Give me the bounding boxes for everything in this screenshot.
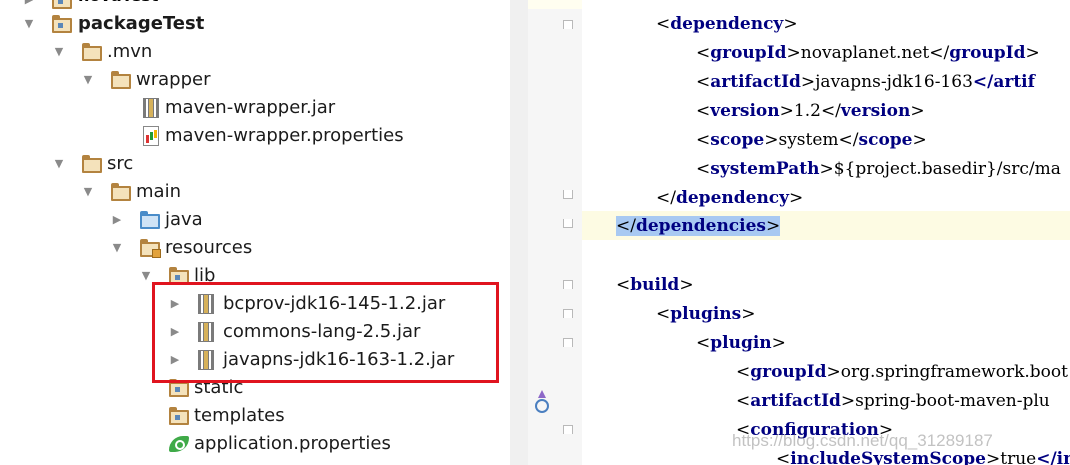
module-folder-icon xyxy=(52,15,72,33)
tree-item-maven-wrapper-jar[interactable]: maven-wrapper.jar xyxy=(0,94,510,122)
xml-value: ${project.basedir}/src/ma xyxy=(833,159,1061,179)
xml-tag: scope xyxy=(710,130,765,150)
code-line-selected: </dependencies> xyxy=(616,216,781,236)
xml-tag: </in xyxy=(1036,449,1070,465)
folder-icon xyxy=(169,407,189,425)
tree-item-label: novaTest xyxy=(78,0,158,5)
fold-marker-icon[interactable] xyxy=(563,309,573,318)
code-line: <groupId>org.springframework.boot xyxy=(736,362,1068,382)
xml-tag: artifactId xyxy=(750,391,841,411)
xml-tag: groupId xyxy=(750,362,827,382)
tree-item-wrapper[interactable]: ▼ wrapper xyxy=(0,66,510,94)
highlight-box xyxy=(152,282,499,383)
xml-tag: plugin xyxy=(710,333,772,353)
folder-icon xyxy=(111,71,131,89)
xml-tag: includeSystemScope xyxy=(790,449,986,465)
folder-icon xyxy=(169,379,189,397)
tree-item-label: packageTest xyxy=(78,13,205,34)
fold-marker-icon[interactable] xyxy=(563,425,573,434)
tree-item-resources[interactable]: ▼ resources xyxy=(0,234,510,262)
code-line: <artifactId>javapns-jdk16-163</artif xyxy=(696,72,1035,92)
jar-icon xyxy=(143,98,159,118)
tree-item-label: java xyxy=(165,209,203,230)
tree-item-label: maven-wrapper.properties xyxy=(165,125,404,146)
tree-item-label: src xyxy=(107,153,134,174)
tree-item-application-properties[interactable]: application.properties xyxy=(0,430,510,458)
collapse-arrow-icon[interactable]: ▼ xyxy=(52,38,66,66)
collapse-arrow-icon[interactable]: ▼ xyxy=(52,150,66,178)
xml-tag: version xyxy=(840,101,911,121)
xml-tag: build xyxy=(630,275,680,295)
fold-marker-icon[interactable] xyxy=(563,219,573,228)
code-line: <groupId>novaplanet.net</groupId> xyxy=(696,43,1040,63)
folder-icon xyxy=(82,43,102,61)
collapse-arrow-icon[interactable]: ▼ xyxy=(81,178,95,206)
tree-item-label: main xyxy=(136,181,181,202)
xml-editor[interactable]: <dependency> <groupId>novaplanet.net</gr… xyxy=(582,0,1070,465)
collapse-arrow-icon[interactable]: ▼ xyxy=(110,234,124,262)
properties-file-icon xyxy=(143,126,159,146)
tree-item-java[interactable]: ▶ java xyxy=(0,206,510,234)
fold-marker-icon[interactable] xyxy=(563,338,573,347)
xml-tag: groupId xyxy=(949,43,1026,63)
folder-icon xyxy=(82,155,102,173)
collapse-arrow-icon[interactable]: ▼ xyxy=(22,10,36,38)
code-line: <version>1.2</version> xyxy=(696,101,925,121)
tree-item-label: resources xyxy=(165,237,253,258)
code-line: <dependency> xyxy=(656,14,798,34)
xml-tag: plugins xyxy=(670,304,742,324)
tree-item-label: application.properties xyxy=(194,433,391,454)
xml-tag: dependencies xyxy=(635,216,767,236)
xml-tag: dependency xyxy=(675,188,790,208)
folder-icon xyxy=(111,183,131,201)
tree-item-label: wrapper xyxy=(136,69,211,90)
resources-folder-icon xyxy=(140,239,161,258)
collapse-arrow-icon[interactable]: ▼ xyxy=(139,262,153,290)
xml-value: spring-boot-maven-plu xyxy=(855,391,1050,411)
code-line: <plugins> xyxy=(656,304,756,324)
xml-value: org.springframework.boot xyxy=(840,362,1068,382)
code-line: <systemPath>${project.basedir}/src/ma xyxy=(696,159,1061,179)
run-gutter-icon[interactable] xyxy=(535,390,549,413)
watermark: https://blog.csdn.net/qq_31289187 xyxy=(732,431,993,450)
project-tree: ▶ novaTest ▼ packageTest ▼ .mvn ▼ wrappe… xyxy=(0,0,510,465)
tree-item-templates[interactable]: templates xyxy=(0,402,510,430)
xml-value: javapns-jdk16-163 xyxy=(815,72,973,92)
tree-item-mvn[interactable]: ▼ .mvn xyxy=(0,38,510,66)
xml-tag: </artif xyxy=(972,72,1035,92)
tree-item-maven-wrapper-properties[interactable]: maven-wrapper.properties xyxy=(0,122,510,150)
tree-item-main[interactable]: ▼ main xyxy=(0,178,510,206)
fold-marker-icon[interactable] xyxy=(563,190,573,199)
tree-item-src[interactable]: ▼ src xyxy=(0,150,510,178)
code-line: <scope>system</scope> xyxy=(696,130,927,150)
expand-arrow-icon[interactable]: ▶ xyxy=(110,206,124,234)
xml-tag: scope xyxy=(858,130,913,150)
code-line: <plugin> xyxy=(696,333,786,353)
xml-tag: dependency xyxy=(670,14,784,34)
xml-value: system xyxy=(778,130,839,150)
module-folder-icon xyxy=(52,0,72,9)
code-line: </dependency> xyxy=(656,188,804,208)
collapse-arrow-icon[interactable]: ▼ xyxy=(81,66,95,94)
xml-tag: artifactId xyxy=(710,72,801,92)
code-line: <build> xyxy=(616,275,694,295)
tree-item-label: maven-wrapper.jar xyxy=(165,97,336,118)
code-line: <artifactId>spring-boot-maven-plu xyxy=(736,391,1050,411)
xml-value: novaplanet.net xyxy=(800,43,930,63)
panel-splitter[interactable] xyxy=(510,0,529,465)
spring-leaf-icon xyxy=(169,436,189,452)
tree-item-label: .mvn xyxy=(107,41,153,62)
xml-value: true xyxy=(1000,449,1037,465)
xml-tag: systemPath xyxy=(710,159,820,179)
xml-value: 1.2 xyxy=(793,101,821,121)
xml-tag: version xyxy=(710,101,780,121)
fold-marker-icon[interactable] xyxy=(563,20,573,29)
fold-marker-icon[interactable] xyxy=(563,280,573,289)
tree-item-packagetest[interactable]: ▼ packageTest xyxy=(0,10,510,38)
source-folder-icon xyxy=(140,211,160,229)
xml-tag: groupId xyxy=(710,43,787,63)
tree-item-label: templates xyxy=(194,405,285,426)
